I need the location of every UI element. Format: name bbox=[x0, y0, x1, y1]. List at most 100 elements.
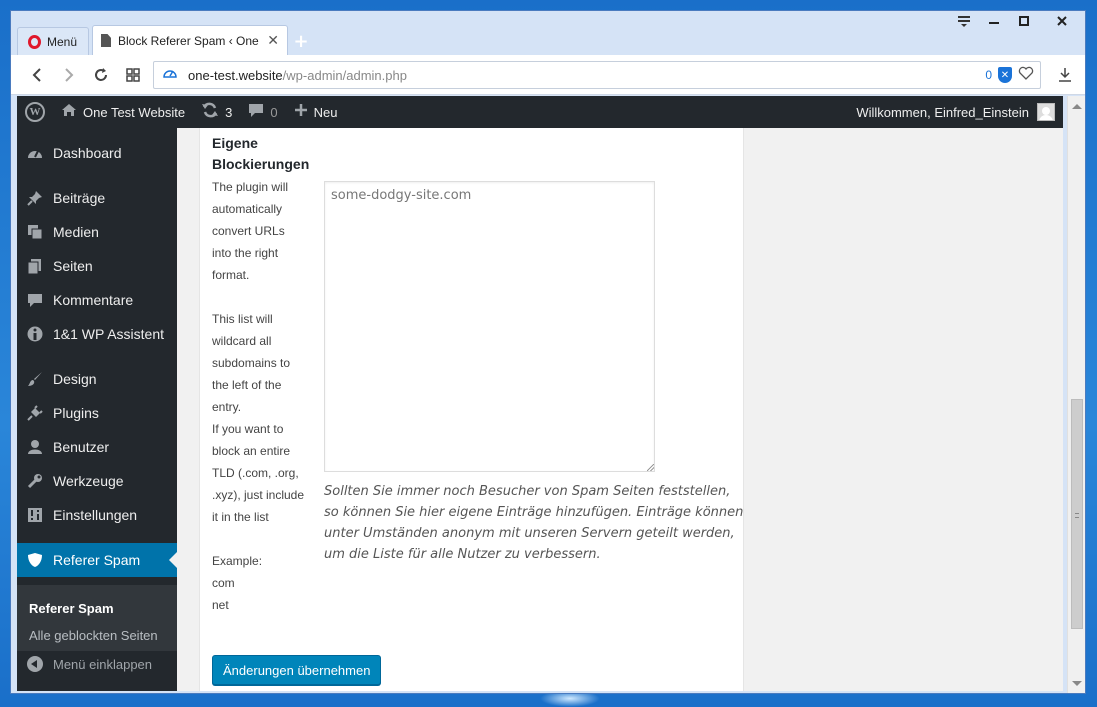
forward-icon[interactable] bbox=[53, 59, 85, 91]
sidebar-item-medien[interactable]: Medien bbox=[17, 215, 177, 249]
address-bar[interactable]: one-test.website/wp-admin/admin.php 0 ✕ bbox=[153, 61, 1041, 89]
sidebar-item-label: Benutzer bbox=[53, 439, 110, 455]
greeting: Willkommen, Einfred_Einstein bbox=[856, 104, 1029, 120]
help-line: Example: bbox=[212, 554, 263, 568]
help-line: block an entire bbox=[212, 444, 291, 458]
heart-icon[interactable] bbox=[1018, 66, 1034, 84]
sidebar-item-benutzer[interactable]: Benutzer bbox=[17, 430, 177, 464]
scroll-down-icon[interactable] bbox=[1072, 681, 1082, 686]
help-line: The plugin will bbox=[212, 180, 289, 194]
back-icon[interactable] bbox=[21, 59, 53, 91]
page-viewport: Dashboard Beiträge Medien Seiten Komment… bbox=[17, 128, 1063, 691]
tab-active[interactable]: Block Referer Spam ‹ One ✕ bbox=[92, 25, 288, 55]
comment-icon bbox=[27, 292, 43, 308]
wp-logo-button[interactable]: W bbox=[17, 96, 53, 128]
settings-icon bbox=[27, 507, 43, 523]
navigation-bar: one-test.website/wp-admin/admin.php 0 ✕ bbox=[11, 55, 1085, 95]
opera-menu-button[interactable]: Menü bbox=[17, 27, 89, 55]
help-line: .xyz), just include bbox=[212, 488, 305, 502]
help-line: convert URLs bbox=[212, 224, 285, 238]
new-tab-icon[interactable]: + bbox=[288, 27, 314, 55]
scroll-grip-icon bbox=[1075, 513, 1079, 518]
sidebar-item-referer-spam[interactable]: Referer Spam bbox=[17, 543, 177, 577]
sidebar-item-label: Dashboard bbox=[53, 145, 122, 161]
wrench-icon bbox=[27, 473, 43, 489]
help-line: This list will bbox=[212, 312, 273, 326]
media-icon bbox=[27, 224, 43, 240]
submenu-item-referer-spam[interactable]: Referer Spam bbox=[29, 601, 114, 616]
sidebar-item-beitraege[interactable]: Beiträge bbox=[17, 181, 177, 215]
scroll-up-icon[interactable] bbox=[1072, 104, 1082, 109]
pages-icon bbox=[27, 258, 43, 274]
settings-panel: Eigene Blockierungen The plugin will aut… bbox=[199, 128, 744, 691]
close-tab-icon[interactable]: ✕ bbox=[267, 32, 279, 49]
help-line: If you want to bbox=[212, 422, 284, 436]
scroll-thumb[interactable] bbox=[1071, 399, 1083, 629]
help-line: format. bbox=[212, 268, 250, 282]
new-content-link[interactable]: Neu bbox=[286, 96, 346, 128]
help-line: TLD (.com, .org, bbox=[212, 466, 299, 480]
adblock-shield-icon[interactable]: ✕ bbox=[998, 67, 1012, 83]
speed-dial-icon[interactable] bbox=[117, 59, 149, 91]
field-description: Sollten Sie immer noch Besucher von Spam… bbox=[324, 484, 744, 562]
current-menu-arrow bbox=[169, 552, 177, 568]
comments-link[interactable]: 0 bbox=[240, 96, 285, 128]
comment-bubble-icon bbox=[248, 102, 264, 123]
sidebar-item-werkzeuge[interactable]: Werkzeuge bbox=[17, 464, 177, 498]
collapse-icon bbox=[27, 656, 43, 672]
field-label: Eigene Blockierungen bbox=[212, 135, 310, 172]
brush-icon bbox=[27, 371, 43, 387]
updates-count: 3 bbox=[225, 104, 233, 120]
help-line: automatically bbox=[212, 202, 283, 216]
help-line: it in the list bbox=[212, 510, 269, 524]
help-line: into the right bbox=[212, 246, 279, 260]
sidebar-item-kommentare[interactable]: Kommentare bbox=[17, 283, 177, 317]
sidebar-item-label: Beiträge bbox=[53, 190, 106, 206]
help-line: com bbox=[212, 576, 235, 590]
save-changes-button[interactable]: Änderungen übernehmen bbox=[212, 655, 382, 685]
comments-count: 0 bbox=[270, 104, 278, 120]
my-account-link[interactable]: Willkommen, Einfred_Einstein bbox=[856, 103, 1063, 121]
menu-label: Menü bbox=[47, 34, 78, 49]
plus-icon bbox=[294, 103, 308, 122]
reload-icon[interactable] bbox=[85, 59, 117, 91]
sidebar-item-design[interactable]: Design bbox=[17, 362, 177, 396]
collapse-menu-button[interactable]: Menü einklappen bbox=[27, 656, 152, 672]
help-line: wildcard all bbox=[212, 334, 272, 348]
submenu-item-blocked-sites[interactable]: Alle geblockten Seiten bbox=[29, 628, 158, 643]
url-host: one-test.website bbox=[188, 67, 283, 83]
help-line: the left of the bbox=[212, 378, 282, 392]
security-speedometer-icon[interactable] bbox=[162, 66, 178, 84]
sidebar-item-wp-assistent[interactable]: 1&1 WP Assistent bbox=[17, 317, 177, 351]
sidebar-item-seiten[interactable]: Seiten bbox=[17, 249, 177, 283]
field-help-text: The plugin will automatically convert UR… bbox=[212, 176, 312, 616]
sidebar-item-label: Seiten bbox=[53, 258, 93, 274]
site-name-link[interactable]: One Test Website bbox=[53, 96, 193, 128]
browser-window: Menü Block Referer Spam ‹ One ✕ + one-te… bbox=[10, 10, 1086, 694]
shield-icon bbox=[27, 552, 43, 568]
page-scrollbar[interactable] bbox=[1067, 96, 1085, 693]
info-icon bbox=[27, 326, 43, 342]
sidebar-item-dashboard[interactable]: Dashboard bbox=[17, 136, 177, 170]
document-icon bbox=[101, 34, 111, 47]
sidebar-item-label: Kommentare bbox=[53, 292, 134, 308]
help-line: entry. bbox=[212, 400, 242, 414]
sidebar-item-plugins[interactable]: Plugins bbox=[17, 396, 177, 430]
sidebar-item-label: Plugins bbox=[53, 405, 99, 421]
custom-blocklist-textarea[interactable]: some-dodgy-site.com bbox=[324, 181, 655, 472]
sidebar-item-label: Design bbox=[53, 371, 97, 387]
help-line: subdomains to bbox=[212, 356, 291, 370]
textarea-resize-handle[interactable] bbox=[647, 464, 654, 471]
updates-link[interactable]: 3 bbox=[193, 96, 240, 128]
new-label: Neu bbox=[313, 104, 338, 120]
tab-strip: Menü Block Referer Spam ‹ One ✕ + bbox=[11, 25, 1085, 55]
adblock-count: 0 bbox=[985, 68, 992, 82]
sidebar-item-einstellungen[interactable]: Einstellungen bbox=[17, 498, 177, 532]
tab-title: Block Referer Spam ‹ One bbox=[118, 33, 259, 48]
sidebar-item-label: Referer Spam bbox=[53, 552, 141, 568]
updates-icon bbox=[201, 102, 219, 123]
plugin-icon bbox=[27, 405, 43, 421]
collapse-label: Menü einklappen bbox=[53, 656, 153, 672]
download-icon[interactable] bbox=[1051, 63, 1079, 87]
wordpress-logo-icon: W bbox=[25, 102, 45, 122]
